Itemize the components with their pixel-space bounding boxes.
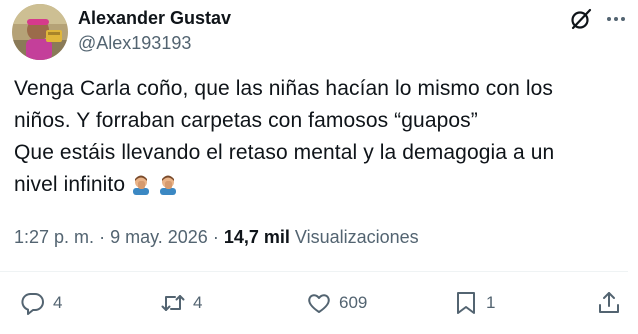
- more-options-icon[interactable]: [605, 8, 627, 30]
- tweet-text-line-last: nivel infinito: [14, 169, 626, 201]
- repost-button[interactable]: 4: [160, 290, 202, 316]
- share-icon: [599, 292, 619, 313]
- avatar[interactable]: [12, 4, 68, 60]
- reply-icon: [21, 293, 44, 315]
- tweet-meta: 1:27 p. m. · 9 may. 2026 · 14,7 mil Visu…: [14, 226, 419, 248]
- views-label: Visualizaciones: [294, 227, 419, 247]
- views-count: 14,7 mil: [223, 227, 290, 247]
- grok-icon[interactable]: [568, 6, 594, 32]
- tweet-text-line: Que estáis llevando el retaso mental y l…: [14, 141, 555, 164]
- bookmark-count: 1: [486, 293, 496, 312]
- man-facepalming-emoji: [130, 173, 152, 195]
- tweet-text-line: nivel infinito: [14, 173, 126, 196]
- heart-icon: [308, 294, 330, 313]
- tweet-date[interactable]: 9 may. 2026: [110, 227, 208, 247]
- meta-separator: ·: [99, 227, 106, 247]
- tweet-text: Venga Carla coño, que las niñas hacían l…: [14, 73, 626, 201]
- tweet-time[interactable]: 1:27 p. m.: [14, 227, 94, 247]
- tweet-text-line: niños. Y forraban carpetas con famosos “…: [14, 109, 478, 132]
- author-name[interactable]: Alexander Gustav: [78, 7, 231, 29]
- tweet-text-line: Venga Carla coño, que las niñas hacían l…: [14, 77, 553, 100]
- reply-count: 4: [53, 293, 63, 312]
- bookmark-icon: [457, 292, 475, 314]
- bookmark-button[interactable]: 1: [453, 290, 495, 316]
- meta-separator: ·: [212, 227, 219, 247]
- reply-button[interactable]: 4: [20, 290, 62, 316]
- author-handle[interactable]: @Alex193193: [78, 32, 191, 54]
- share-button[interactable]: [596, 290, 622, 316]
- man-facepalming-emoji: [157, 173, 179, 195]
- like-button[interactable]: 609: [306, 290, 367, 316]
- repost-count: 4: [193, 293, 203, 312]
- tweet: Alexander Gustav @Alex193193 Venga Carla…: [0, 0, 638, 334]
- repost-icon: [161, 295, 185, 311]
- like-count: 609: [339, 293, 368, 312]
- divider: [0, 271, 628, 272]
